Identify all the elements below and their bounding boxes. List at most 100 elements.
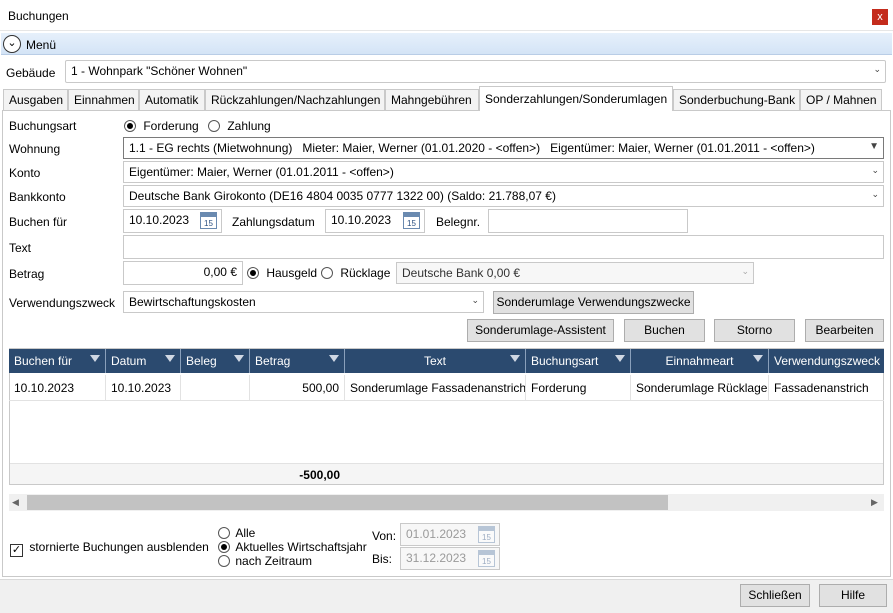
belegnr-input[interactable] [488, 209, 688, 233]
radio-forderung-label: Forderung [143, 119, 199, 133]
chevron-down-icon[interactable]: ⌄ [3, 35, 21, 53]
radio-nach-zeitraum[interactable]: nach Zeitraum [218, 554, 312, 568]
konto-combo[interactable]: Eigentümer: Maier, Werner (01.01.2011 - … [123, 161, 884, 183]
col-datum[interactable]: Datum [106, 349, 181, 373]
radio-zahlung[interactable]: Zahlung [208, 119, 271, 133]
radio-icon [218, 527, 230, 539]
table-cell[interactable]: 10.10.2023 [9, 375, 106, 401]
radio-hausgeld-label: Hausgeld [266, 266, 318, 280]
tab-einnahmen[interactable]: Einnahmen [68, 89, 139, 110]
radio-alle-label: Alle [235, 526, 256, 540]
scrollbar-thumb[interactable] [27, 495, 668, 510]
filter-icon[interactable] [234, 355, 244, 362]
verwendungszweck-label: Verwendungszweck [9, 296, 116, 310]
calendar-icon: 15 [478, 526, 495, 543]
zahlungsdatum-label: Zahlungsdatum [232, 215, 315, 229]
tab-sonderzahlungen[interactable]: Sonderzahlungen/Sonderumlagen [479, 86, 673, 111]
text-input[interactable] [123, 235, 884, 259]
bis-date: 31.12.2023 15 [400, 547, 500, 570]
radio-forderung[interactable]: Forderung [124, 119, 199, 133]
bearbeiten-button[interactable]: Bearbeiten [805, 319, 884, 342]
storno-button[interactable]: Storno [714, 319, 795, 342]
menu-bar[interactable] [1, 33, 892, 55]
tab-op-mahnen[interactable]: OP / Mahnen [800, 89, 882, 110]
schliessen-button[interactable]: Schließen [740, 584, 810, 607]
calendar-icon[interactable]: 15 [200, 212, 217, 229]
col-text[interactable]: Text [345, 349, 526, 373]
radio-alle[interactable]: Alle [218, 526, 255, 540]
radio-aktuell-label: Aktuelles Wirtschaftsjahr [235, 540, 367, 554]
betrag-input[interactable]: 0,00 € [123, 261, 243, 285]
col-label: Datum [111, 354, 147, 368]
table-cell[interactable] [181, 375, 250, 401]
checkbox-checked-icon: ✓ [10, 544, 23, 557]
filter-icon[interactable] [753, 355, 763, 362]
scroll-left-icon[interactable]: ◀ [12, 497, 19, 508]
gebaeude-label: Gebäude [6, 66, 56, 80]
radio-ruecklage[interactable]: Rücklage [321, 266, 390, 280]
table-cell[interactable]: 500,00 [250, 375, 345, 401]
table-cell[interactable]: 10.10.2023 [106, 375, 181, 401]
belegnr-label: Belegnr. [436, 215, 481, 229]
table-cell[interactable]: Sonderumlage Fassadenanstrich [345, 375, 526, 401]
tab-mahngebuehren[interactable]: Mahngebühren [385, 89, 479, 110]
tab-sonderbuchung-bank[interactable]: Sonderbuchung-Bank [673, 89, 800, 110]
sum-betrag: -500,00 [299, 468, 340, 482]
betrag-label: Betrag [9, 267, 45, 281]
tab-rueckzahlungen[interactable]: Rückzahlungen/Nachzahlungen [205, 89, 385, 110]
filter-icon[interactable] [510, 355, 520, 362]
sonderumlage-assistent-button[interactable]: Sonderumlage-Assistent [467, 319, 614, 342]
grid-summary-row [10, 463, 883, 484]
close-button[interactable]: x [872, 9, 888, 25]
col-label: Verwendungszweck [774, 354, 881, 368]
verwendungszweck-combo[interactable]: Bewirtschaftungskosten ⌄ [123, 291, 484, 313]
chevron-down-icon: ⌄ [873, 64, 881, 74]
bankkonto-combo[interactable]: Deutsche Bank Girokonto (DE16 4804 0035 … [123, 185, 884, 207]
col-buchungsart[interactable]: Buchungsart [526, 349, 631, 373]
calendar-icon[interactable]: 15 [403, 212, 420, 229]
col-label: Betrag [255, 354, 291, 368]
table-cell[interactable]: Fassadenanstrich [769, 375, 884, 401]
gebaeude-combo[interactable]: 1 - Wohnpark "Schöner Wohnen" ⌄ [65, 60, 886, 83]
zahlungsdatum-date[interactable]: 10.10.2023 15 [325, 209, 425, 233]
table-cell[interactable]: Sonderumlage Rücklage [631, 375, 769, 401]
konto-value: Eigentümer: Maier, Werner (01.01.2011 - … [129, 165, 394, 179]
radio-ruecklage-label: Rücklage [340, 266, 391, 280]
radio-icon [218, 555, 230, 567]
chevron-down-icon: ⌄ [871, 165, 879, 175]
hilfe-button[interactable]: Hilfe [819, 584, 887, 607]
filter-icon[interactable] [329, 355, 339, 362]
radio-hausgeld[interactable]: Hausgeld [247, 266, 317, 280]
col-einnahmeart[interactable]: Einnahmeart [631, 349, 769, 373]
col-beleg[interactable]: Beleg [181, 349, 250, 373]
buchen-button[interactable]: Buchen [624, 319, 705, 342]
bis-value: 31.12.2023 [406, 551, 467, 565]
filter-icon[interactable] [90, 355, 100, 362]
chevron-down-icon: ⌄ [871, 189, 879, 199]
wohnung-label: Wohnung [9, 142, 61, 156]
radio-zahlung-label: Zahlung [227, 119, 271, 133]
window-title: Buchungen [8, 9, 69, 23]
col-betrag[interactable]: Betrag [250, 349, 345, 373]
verwendungszweck-value: Bewirtschaftungskosten [129, 295, 256, 309]
col-verwendungszweck[interactable]: Verwendungszweck [769, 349, 884, 373]
von-value: 01.01.2023 [406, 527, 467, 541]
tab-ausgaben[interactable]: Ausgaben [3, 89, 68, 110]
col-label: Text [423, 354, 446, 368]
radio-aktuelles-wirtschaftsjahr[interactable]: Aktuelles Wirtschaftsjahr [218, 540, 367, 554]
bankkonto-label: Bankkonto [9, 190, 66, 204]
sonderumlage-verwendungszwecke-button[interactable]: Sonderumlage Verwendungszwecke [493, 291, 694, 314]
scroll-right-icon[interactable]: ▶ [871, 497, 878, 508]
menu-label[interactable]: Menü [26, 38, 56, 52]
buchen-fuer-date[interactable]: 10.10.2023 15 [123, 209, 222, 233]
filter-icon[interactable] [615, 355, 625, 362]
tab-automatik[interactable]: Automatik [139, 89, 205, 110]
wohnung-combo[interactable]: 1.1 - EG rechts (Mietwohnung) Mieter: Ma… [123, 137, 884, 159]
filter-icon[interactable] [165, 355, 175, 362]
col-buchen-fuer[interactable]: Buchen für [9, 349, 106, 373]
gebaeude-value: 1 - Wohnpark "Schöner Wohnen" [71, 64, 248, 78]
col-label: Buchen für [14, 354, 73, 368]
table-cell[interactable]: Forderung [526, 375, 631, 401]
zahlungsdatum-value: 10.10.2023 [331, 213, 392, 227]
storniert-checkbox[interactable]: ✓ stornierte Buchungen ausblenden [10, 540, 209, 557]
